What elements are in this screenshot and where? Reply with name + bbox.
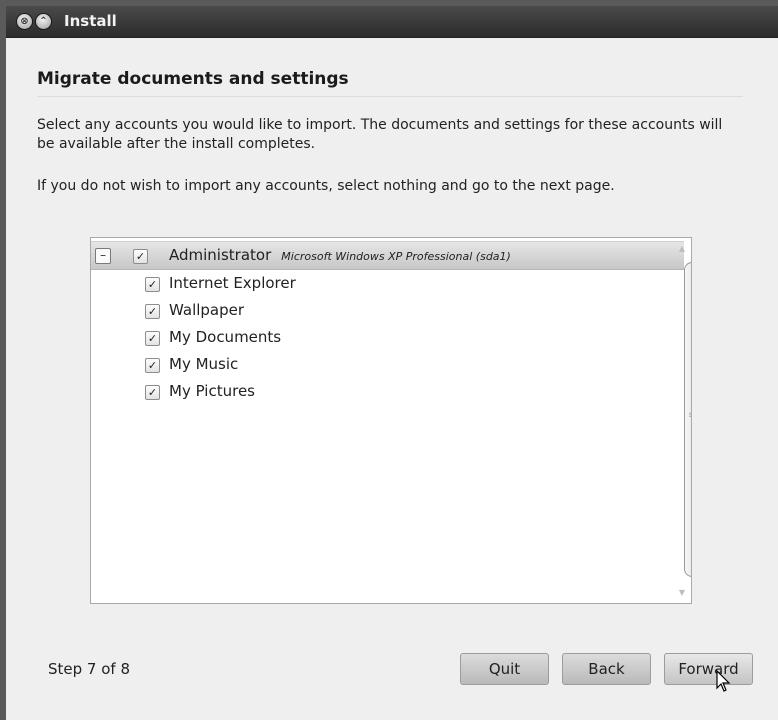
- tree-row-label: My Pictures: [169, 382, 255, 400]
- step-indicator: Step 7 of 8: [48, 660, 131, 678]
- scroll-down-arrow-icon[interactable]: ▼: [673, 588, 691, 597]
- tree-row-label: My Music: [169, 355, 239, 373]
- forward-button[interactable]: Forward: [664, 653, 753, 685]
- my-music-checkbox[interactable]: ✓: [145, 358, 160, 373]
- account-source: Microsoft Windows XP Professional (sda1): [281, 250, 511, 263]
- administrator-checkbox[interactable]: ✓: [133, 249, 148, 264]
- window-title: Install: [64, 12, 117, 30]
- title-bar: ⊗ ⌃ Install: [6, 6, 778, 38]
- vertical-scrollbar-thumb[interactable]: ≡: [684, 262, 691, 577]
- page-heading: Migrate documents and settings: [37, 69, 349, 89]
- tree-row-my-pictures[interactable]: ✓ My Pictures: [91, 378, 684, 405]
- tree-row-label: My Documents: [169, 328, 282, 346]
- minimize-icon[interactable]: ⌃: [36, 14, 51, 29]
- accounts-tree[interactable]: – ✓ Administrator Microsoft Windows XP Pr…: [90, 237, 692, 604]
- tree-row-label: Administrator Microsoft Windows XP Profes…: [169, 246, 511, 264]
- quit-button[interactable]: Quit: [460, 653, 549, 685]
- internet-explorer-checkbox[interactable]: ✓: [145, 277, 160, 292]
- page-description: Select any accounts you would like to im…: [37, 117, 723, 152]
- scroll-up-arrow-icon[interactable]: ▲: [673, 244, 691, 253]
- tree-row-internet-explorer[interactable]: ✓ Internet Explorer: [91, 270, 684, 297]
- tree-row-label: Wallpaper: [169, 301, 245, 319]
- tree-row-my-documents[interactable]: ✓ My Documents: [91, 324, 684, 351]
- account-name: Administrator: [169, 246, 272, 264]
- close-icon[interactable]: ⊗: [17, 14, 32, 29]
- tree-row-my-music[interactable]: ✓ My Music: [91, 351, 684, 378]
- tree-row-administrator[interactable]: – ✓ Administrator Microsoft Windows XP Pr…: [91, 241, 684, 270]
- heading-divider: [37, 96, 743, 97]
- mouse-pointer-icon: [716, 670, 731, 692]
- grip-icon: ≡: [688, 411, 691, 421]
- my-pictures-checkbox[interactable]: ✓: [145, 385, 160, 400]
- collapse-icon[interactable]: –: [95, 248, 111, 264]
- my-documents-checkbox[interactable]: ✓: [145, 331, 160, 346]
- tree-row-label: Internet Explorer: [169, 274, 296, 292]
- wallpaper-checkbox[interactable]: ✓: [145, 304, 160, 319]
- tree-row-wallpaper[interactable]: ✓ Wallpaper: [91, 297, 684, 324]
- page-hint: If you do not wish to import any account…: [37, 178, 615, 194]
- installer-window: ⊗ ⌃ Install Migrate documents and settin…: [6, 6, 778, 720]
- back-button[interactable]: Back: [562, 653, 651, 685]
